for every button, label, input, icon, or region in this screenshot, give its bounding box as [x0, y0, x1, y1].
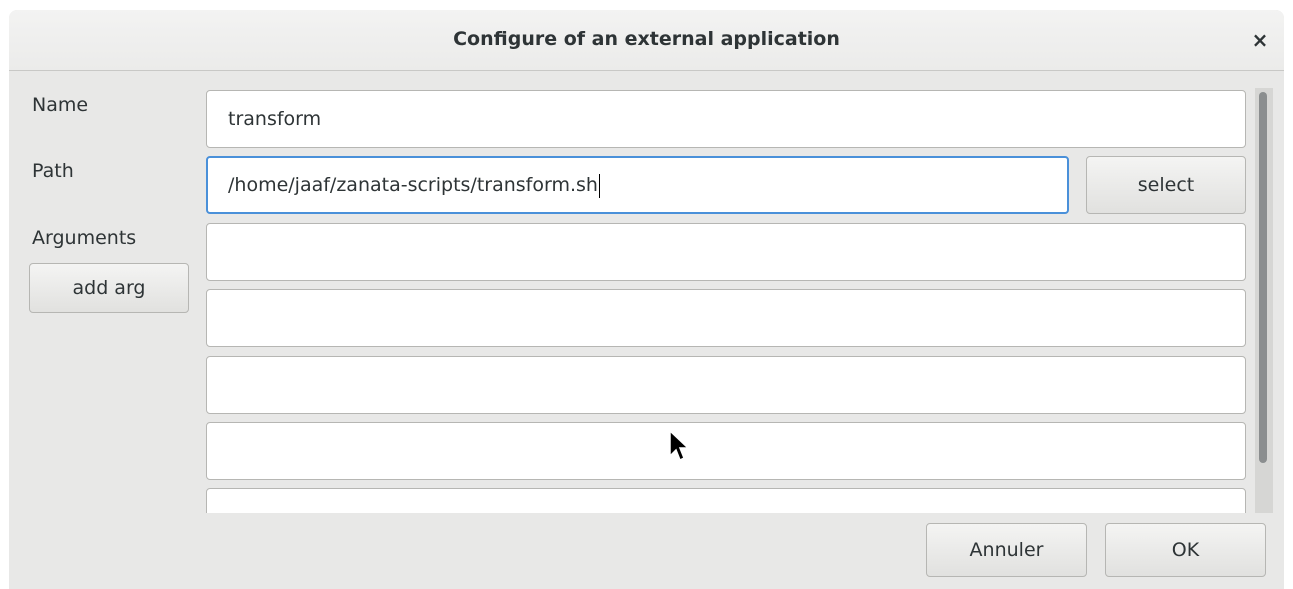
name-field[interactable]: transform [206, 90, 1246, 148]
select-button[interactable]: select [1086, 156, 1246, 214]
close-icon[interactable]: × [1246, 26, 1274, 54]
path-field[interactable]: /home/jaaf/zanata-scripts/transform.sh [206, 156, 1069, 214]
ok-button[interactable]: OK [1105, 523, 1266, 577]
argument-field-3[interactable] [206, 356, 1246, 414]
dialog-title: Configure of an external application [453, 28, 840, 50]
name-field-value: transform [228, 108, 322, 130]
mouse-pointer-icon [669, 430, 689, 462]
path-field-value: /home/jaaf/zanata-scripts/transform.sh [228, 174, 598, 196]
argument-field-1[interactable] [206, 223, 1246, 281]
title-bar: Configure of an external application × [9, 10, 1284, 71]
fields-scroll-area: transform /home/jaaf/zanata-scripts/tran… [9, 72, 1284, 513]
scrollbar-thumb[interactable] [1259, 92, 1267, 463]
argument-field-2[interactable] [206, 289, 1246, 347]
configure-dialog: Configure of an external application × N… [9, 10, 1284, 589]
argument-field-5[interactable] [206, 488, 1246, 513]
cancel-button[interactable]: Annuler [926, 523, 1087, 577]
text-caret [598, 173, 600, 198]
argument-field-4[interactable] [206, 422, 1246, 480]
